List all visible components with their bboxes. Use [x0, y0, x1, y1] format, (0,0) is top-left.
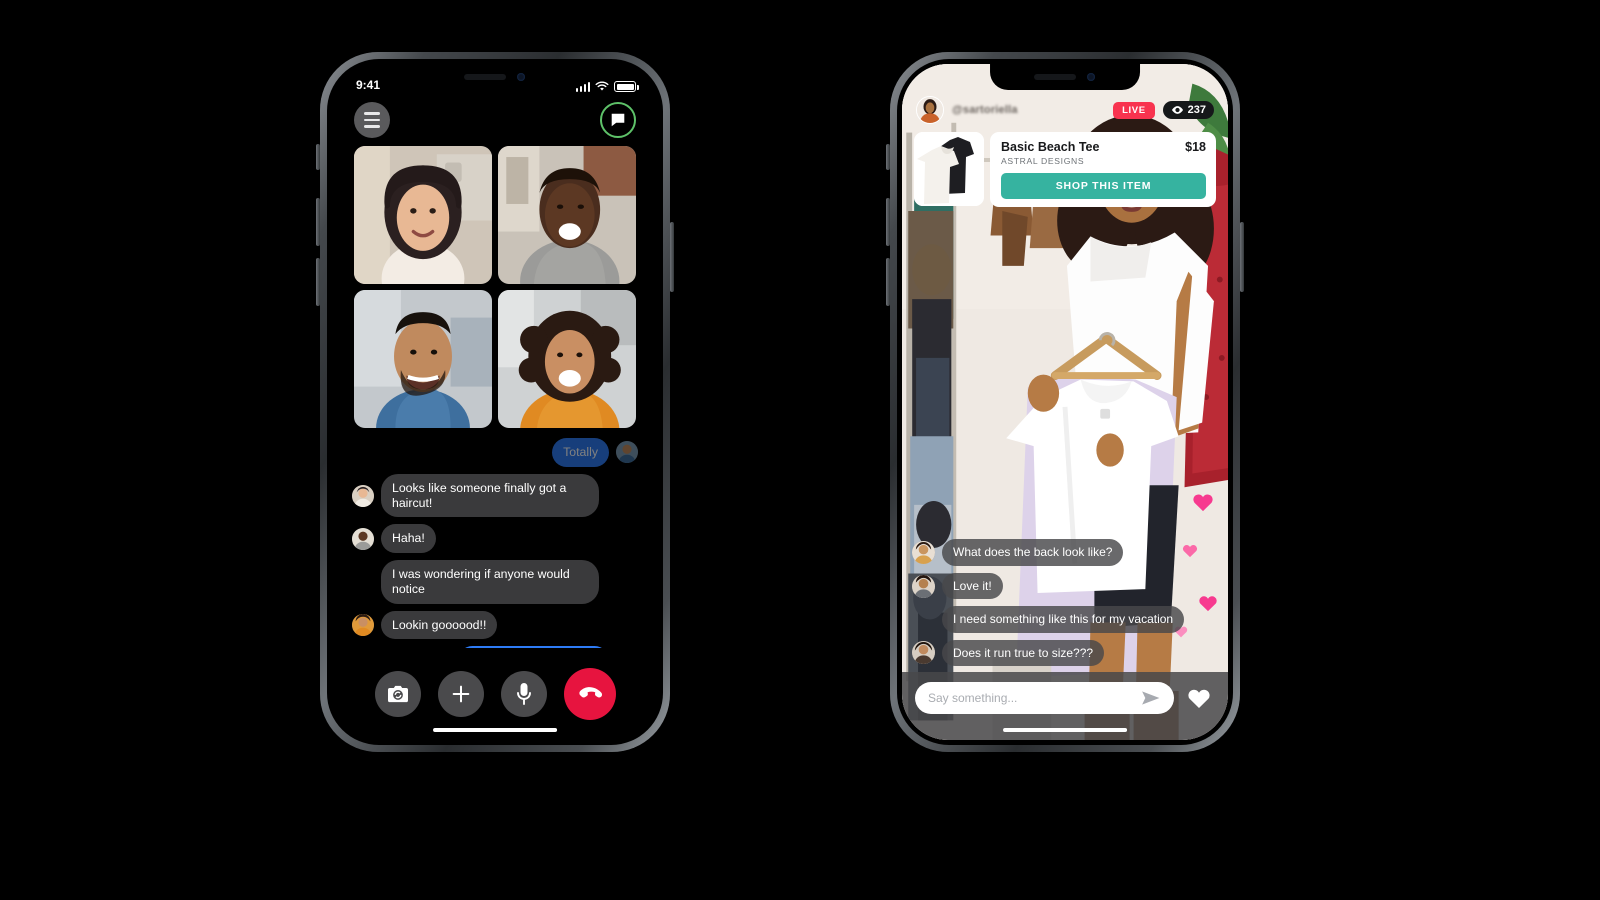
live-shopping-phone: @sartoriella LIVE 237 Basic Beach Tee $1… — [886, 52, 1244, 752]
hamburger-menu-icon[interactable] — [354, 102, 390, 138]
product-thumbnail[interactable] — [914, 132, 984, 206]
chat-row: Lookin goooood!! — [352, 610, 638, 640]
live-chat-bubble: What does the back look like? — [942, 539, 1124, 566]
status-time: 9:41 — [356, 78, 381, 92]
avatar — [352, 484, 374, 507]
viewer-count-badge: 237 — [1162, 101, 1214, 119]
device-notch — [990, 64, 1140, 90]
participant-tile-3[interactable] — [354, 290, 492, 428]
live-chat-list: What does the back look like? Love it! I… — [912, 539, 1218, 666]
volume-up-button[interactable] — [316, 198, 320, 246]
home-indicator[interactable] — [1003, 728, 1127, 732]
cellular-bars-icon — [575, 81, 590, 92]
participant-tile-1[interactable] — [354, 146, 492, 284]
silent-switch[interactable] — [316, 144, 320, 170]
live-chat-row: Does it run true to size??? — [912, 639, 1218, 666]
microphone-icon[interactable] — [500, 671, 547, 717]
power-button[interactable] — [1240, 222, 1244, 292]
chat-bubble: Lookin goooood!! — [381, 610, 498, 640]
participant-tile-4[interactable] — [498, 290, 636, 428]
battery-icon — [614, 81, 639, 92]
live-badge: LIVE — [1113, 101, 1155, 119]
heart-icon — [1188, 689, 1210, 708]
chat-row: I was wondering if anyone would notice — [352, 560, 638, 604]
live-chat-bubble: I need something like this for my vacati… — [942, 606, 1185, 633]
chat-bubble: Haha! — [381, 524, 436, 553]
host-avatar[interactable] — [916, 96, 944, 124]
message-input[interactable] — [928, 691, 1141, 705]
viewer-count: 237 — [1187, 104, 1206, 116]
video-call-screen: 9:41 Totally Looks like someone finally … — [332, 64, 658, 740]
chat-row: Totally — [352, 438, 638, 467]
earpiece-speaker — [1034, 74, 1077, 80]
avatar — [616, 441, 638, 464]
live-chat-row: I need something like this for my vacati… — [912, 606, 1218, 633]
chat-row: Looks like someone finally got a haircut… — [352, 473, 638, 518]
product-brand: ASTRAL DESIGNS — [1001, 156, 1085, 166]
floating-heart-icon — [1193, 494, 1213, 512]
chat-bubble-icon[interactable] — [600, 102, 636, 138]
chat-bubble: Totally — [552, 438, 609, 467]
silent-switch[interactable] — [886, 144, 890, 170]
live-chat-row: Love it! — [912, 572, 1218, 600]
avatar — [912, 641, 935, 665]
avatar — [912, 574, 935, 598]
participant-grid — [332, 144, 658, 428]
avatar — [352, 527, 374, 550]
product-price: $18 — [1185, 140, 1206, 154]
phone-hangup-icon[interactable] — [563, 668, 616, 720]
volume-down-button[interactable] — [316, 258, 320, 306]
say-something-box[interactable] — [915, 682, 1174, 714]
live-stream-screen: @sartoriella LIVE 237 Basic Beach Tee $1… — [902, 64, 1228, 740]
volume-up-button[interactable] — [886, 198, 890, 246]
chat-row: Haha! — [352, 524, 638, 553]
live-chat-row: What does the back look like? — [912, 539, 1218, 566]
home-indicator[interactable] — [433, 728, 557, 732]
product-details: Basic Beach Tee $18 ASTRAL DESIGNS SHOP … — [990, 132, 1216, 207]
call-controls — [332, 648, 658, 740]
call-top-bar — [332, 94, 658, 144]
camera-flip-icon[interactable] — [374, 671, 421, 717]
host-username[interactable]: @sartoriella — [952, 104, 1105, 116]
volume-down-button[interactable] — [886, 258, 890, 306]
video-call-phone: 9:41 Totally Looks like someone finally … — [316, 52, 674, 752]
like-heart-button[interactable] — [1183, 682, 1215, 714]
live-chat-bubble: Does it run true to size??? — [942, 639, 1105, 666]
product-title: Basic Beach Tee — [1001, 140, 1100, 154]
power-button[interactable] — [670, 222, 674, 292]
scene-root: 9:41 Totally Looks like someone finally … — [0, 0, 1600, 900]
device-notch — [420, 64, 570, 90]
shop-this-item-button[interactable]: SHOP THIS ITEM — [1001, 173, 1206, 199]
participant-tile-2[interactable] — [498, 146, 636, 284]
chat-bubble: Looks like someone finally got a haircut… — [381, 473, 599, 518]
wifi-icon — [595, 81, 609, 91]
plus-icon[interactable] — [437, 671, 484, 717]
product-card[interactable]: Basic Beach Tee $18 ASTRAL DESIGNS SHOP … — [914, 132, 1216, 207]
front-camera — [517, 73, 526, 81]
eye-icon — [1171, 106, 1183, 114]
live-chat-bubble: Love it! — [942, 572, 1003, 600]
earpiece-speaker — [464, 74, 507, 80]
chat-bubble: I was wondering if anyone would notice — [381, 560, 599, 604]
front-camera — [1087, 73, 1096, 81]
live-header: @sartoriella LIVE 237 — [902, 96, 1228, 124]
avatar — [352, 613, 374, 636]
avatar — [912, 541, 935, 565]
send-arrow-icon[interactable] — [1141, 690, 1161, 706]
call-chat-list: Totally Looks like someone finally got a… — [332, 428, 658, 648]
